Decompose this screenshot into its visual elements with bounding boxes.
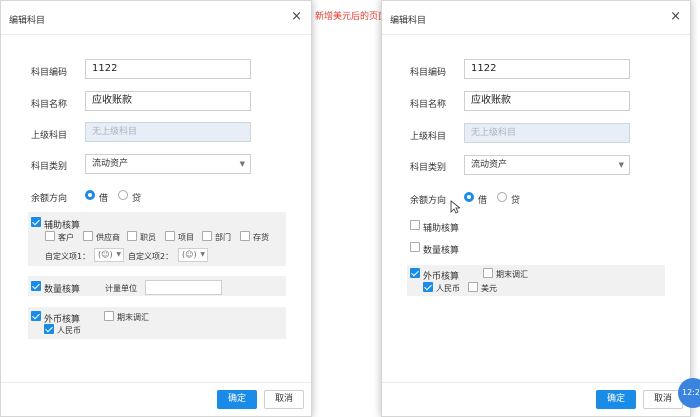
foreign-currency-checkbox[interactable] bbox=[410, 268, 420, 278]
ok-button[interactable]: 确定 bbox=[217, 390, 257, 409]
aux-project-checkbox[interactable] bbox=[165, 231, 175, 241]
currency-rmb-checkbox[interactable] bbox=[423, 282, 433, 292]
select-placeholder-icon: (☺) bbox=[182, 250, 197, 259]
select-placeholder-icon: (☺) bbox=[98, 250, 113, 259]
foreign-currency-label: 外币核算 bbox=[423, 272, 460, 282]
aux-customer-label: 客户 bbox=[58, 233, 74, 242]
period-end-adjust-label: 期末调汇 bbox=[117, 313, 149, 322]
custom-item-2-select[interactable]: (☺) ▼ bbox=[178, 248, 208, 262]
balance-direction-label: 余额方向 bbox=[410, 196, 447, 206]
period-end-adjust-checkbox[interactable] bbox=[483, 268, 493, 278]
category-label: 科目类别 bbox=[31, 162, 68, 172]
aux-inventory-checkbox[interactable] bbox=[240, 231, 250, 241]
aux-accounting-checkbox[interactable] bbox=[410, 220, 420, 230]
cancel-button[interactable]: 取消 bbox=[264, 390, 304, 409]
parent-label: 上级科目 bbox=[410, 132, 447, 142]
parent-input: 无上级科目 bbox=[85, 122, 251, 142]
credit-radio[interactable] bbox=[118, 190, 128, 200]
quantity-accounting-label: 数量核算 bbox=[44, 285, 81, 295]
time-badge: 12:2 bbox=[678, 378, 700, 408]
dialog-footer: 确定 取消 bbox=[1, 382, 311, 416]
dialog-header: 编辑科目 × bbox=[1, 1, 311, 35]
name-input[interactable]: 应收账款 bbox=[464, 91, 630, 111]
custom-item-1-select[interactable]: (☺) ▼ bbox=[94, 248, 124, 262]
parent-input: 无上级科目 bbox=[464, 123, 630, 143]
edit-account-dialog-left: 编辑科目 × 科目编码 1122 科目名称 应收账款 上级科目 无上级科目 科目… bbox=[0, 0, 312, 417]
parent-label: 上级科目 bbox=[31, 131, 68, 141]
credit-label: 贷 bbox=[132, 194, 142, 204]
category-value: 流动资产 bbox=[471, 160, 508, 170]
caret-down-icon: ▼ bbox=[200, 251, 205, 258]
name-label: 科目名称 bbox=[410, 100, 447, 110]
code-label: 科目编码 bbox=[410, 68, 447, 78]
aux-inventory-label: 存货 bbox=[253, 233, 269, 242]
close-icon[interactable]: × bbox=[291, 10, 302, 23]
currency-usd-label: 美元 bbox=[481, 284, 497, 293]
debit-label: 借 bbox=[478, 196, 488, 206]
period-end-adjust-checkbox[interactable] bbox=[104, 311, 114, 321]
quantity-accounting-label: 数量核算 bbox=[423, 246, 460, 256]
caret-down-icon: ▼ bbox=[239, 160, 245, 168]
mouse-cursor-icon bbox=[450, 200, 460, 214]
aux-department-label: 部门 bbox=[215, 233, 231, 242]
credit-radio[interactable] bbox=[497, 192, 507, 202]
category-select[interactable]: 流动资产 ▼ bbox=[464, 155, 630, 175]
aux-accounting-label: 辅助核算 bbox=[423, 224, 460, 234]
quantity-accounting-checkbox[interactable] bbox=[410, 242, 420, 252]
currency-rmb-label: 人民币 bbox=[436, 284, 460, 293]
custom-item-2-label: 自定义项2： bbox=[128, 252, 174, 261]
aux-project-label: 项目 bbox=[178, 233, 194, 242]
annotation-text: 新增美元后的页面 bbox=[315, 12, 388, 22]
aux-employee-checkbox[interactable] bbox=[127, 231, 137, 241]
close-icon[interactable]: × bbox=[670, 10, 681, 23]
credit-label: 贷 bbox=[511, 196, 521, 206]
category-select[interactable]: 流动资产 ▼ bbox=[85, 154, 251, 174]
code-input[interactable]: 1122 bbox=[464, 59, 630, 79]
name-label: 科目名称 bbox=[31, 100, 68, 110]
quantity-accounting-checkbox[interactable] bbox=[31, 281, 41, 291]
ok-button[interactable]: 确定 bbox=[596, 390, 636, 409]
aux-supplier-checkbox[interactable] bbox=[83, 231, 93, 241]
name-input[interactable]: 应收账款 bbox=[85, 91, 251, 111]
foreign-currency-checkbox[interactable] bbox=[31, 311, 41, 321]
aux-customer-checkbox[interactable] bbox=[45, 231, 55, 241]
aux-supplier-label: 供应商 bbox=[96, 233, 120, 242]
caret-down-icon: ▼ bbox=[618, 161, 624, 169]
category-label: 科目类别 bbox=[410, 163, 447, 173]
dialog-header: 编辑科目 × bbox=[382, 1, 690, 35]
caret-down-icon: ▼ bbox=[116, 251, 121, 258]
aux-employee-label: 职员 bbox=[140, 233, 156, 242]
debit-radio[interactable] bbox=[464, 192, 474, 202]
currency-usd-checkbox[interactable] bbox=[468, 282, 478, 292]
code-input[interactable]: 1122 bbox=[85, 59, 251, 79]
dialog-title: 编辑科目 bbox=[9, 16, 46, 26]
code-label: 科目编码 bbox=[31, 68, 68, 78]
currency-rmb-label: 人民币 bbox=[57, 326, 81, 335]
currency-rmb-checkbox[interactable] bbox=[44, 324, 54, 334]
aux-accounting-checkbox[interactable] bbox=[31, 217, 41, 227]
aux-accounting-label: 辅助核算 bbox=[44, 221, 81, 231]
dialog-footer: 确定 取消 bbox=[382, 382, 690, 416]
dialog-title: 编辑科目 bbox=[390, 16, 427, 26]
debit-label: 借 bbox=[99, 194, 109, 204]
debit-radio[interactable] bbox=[85, 190, 95, 200]
unit-input[interactable] bbox=[145, 280, 222, 295]
balance-direction-label: 余额方向 bbox=[31, 194, 68, 204]
edit-account-dialog-right: 编辑科目 × 科目编码 1122 科目名称 应收账款 上级科目 无上级科目 科目… bbox=[381, 0, 691, 417]
aux-department-checkbox[interactable] bbox=[202, 231, 212, 241]
custom-item-1-label: 自定义项1： bbox=[45, 252, 91, 261]
period-end-adjust-label: 期末调汇 bbox=[496, 270, 528, 279]
unit-label: 计量单位 bbox=[105, 284, 137, 293]
cancel-button[interactable]: 取消 bbox=[643, 390, 683, 409]
category-value: 流动资产 bbox=[92, 159, 129, 169]
